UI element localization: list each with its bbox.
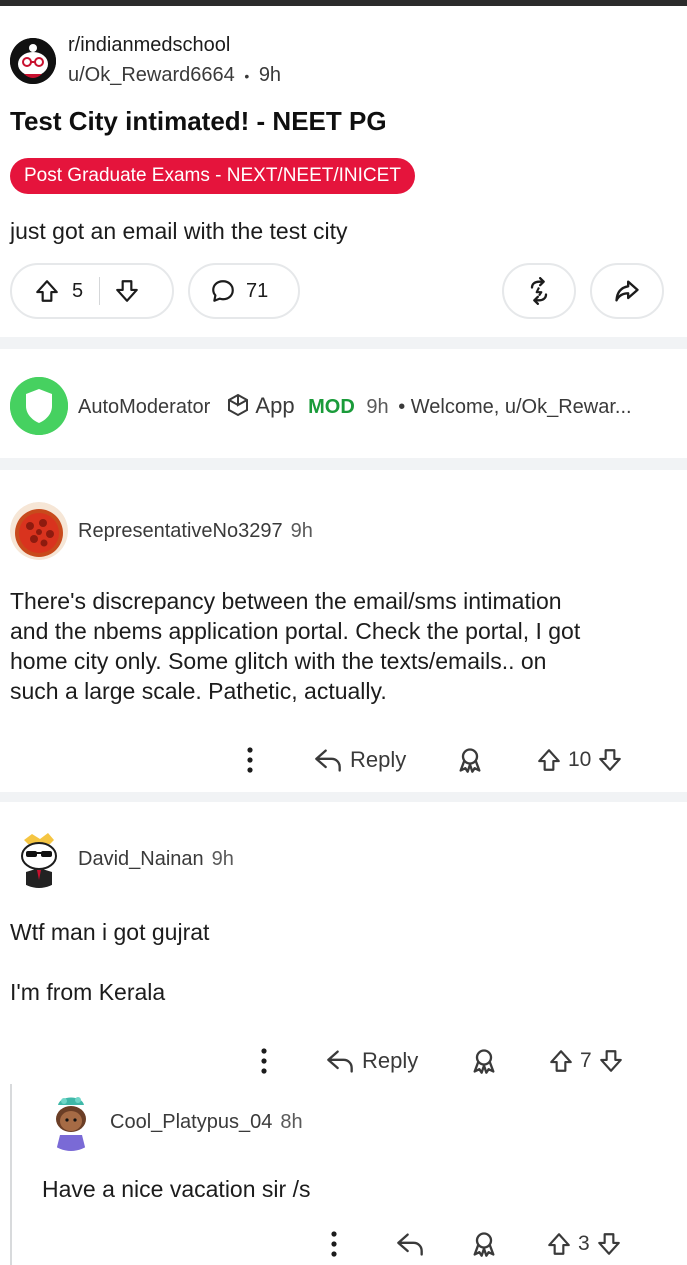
reply-button[interactable]: Reply xyxy=(314,747,406,773)
award-icon[interactable] xyxy=(470,1047,498,1075)
comment-score: 10 xyxy=(568,748,592,771)
meta-separator: • xyxy=(244,67,250,84)
comment-body: Have a nice vacation sir /s xyxy=(42,1176,311,1202)
comment-bubble-icon xyxy=(210,278,236,304)
subreddit-logo-icon xyxy=(10,38,56,84)
downvote-icon[interactable] xyxy=(596,1231,622,1257)
post-meta: u/Ok_Reward6664 • 9h xyxy=(68,64,281,87)
comment-body-line-1: Wtf man i got gujrat xyxy=(10,919,210,945)
post-award-button[interactable] xyxy=(502,263,576,319)
pizza-avatar-icon xyxy=(10,502,68,560)
downvote-icon[interactable] xyxy=(598,1048,624,1074)
reply-label: Reply xyxy=(350,747,407,772)
comment-time: 9h xyxy=(290,519,313,542)
mod-badge: MOD xyxy=(308,396,355,418)
post-share-button[interactable] xyxy=(590,263,664,319)
reply-arrow-icon xyxy=(327,1050,353,1073)
reply-button[interactable]: Reply xyxy=(326,1048,418,1074)
reply-label: Reply xyxy=(362,1048,419,1073)
reply-button[interactable] xyxy=(396,1231,424,1257)
award-swap-icon xyxy=(525,277,553,305)
section-separator xyxy=(0,458,687,470)
app-label: App xyxy=(255,393,295,418)
more-options-icon[interactable] xyxy=(324,1228,344,1260)
post-comment-count: 71 xyxy=(246,279,269,302)
upvote-icon[interactable] xyxy=(34,278,60,304)
comment-header: David_Nainan 9h xyxy=(10,830,234,888)
comment-time: 9h xyxy=(211,847,234,870)
downvote-icon[interactable] xyxy=(597,747,623,773)
comment-line: home city only. Some glitch with the tex… xyxy=(10,648,547,674)
comment-username[interactable]: David_Nainan xyxy=(78,848,204,871)
comment-body-line-2: I'm from Kerala xyxy=(10,979,166,1005)
share-arrow-icon xyxy=(613,277,641,305)
comment-score: 3 xyxy=(578,1232,590,1255)
comment-line: and the nbems application portal. Check … xyxy=(10,618,581,644)
comment-line: such a large scale. Pathetic, actually. xyxy=(10,678,387,704)
award-icon[interactable] xyxy=(470,1230,498,1258)
post-score: 5 xyxy=(72,279,84,302)
post-author[interactable]: u/Ok_Reward6664 xyxy=(68,64,235,86)
subreddit-avatar[interactable] xyxy=(10,38,56,84)
comment-body: There's discrepancy between the email/sm… xyxy=(10,586,680,706)
comment-username[interactable]: Cool_Platypus_04 xyxy=(110,1111,272,1134)
upvote-icon[interactable] xyxy=(548,1048,574,1074)
user-avatar[interactable] xyxy=(42,1093,100,1151)
award-icon[interactable] xyxy=(456,746,484,774)
reply-arrow-icon xyxy=(315,749,341,772)
status-bar-strip xyxy=(0,0,687,6)
automod-time: 9h xyxy=(366,396,389,418)
post-body: just got an email with the test city xyxy=(10,218,348,244)
upvote-icon[interactable] xyxy=(536,747,562,773)
more-options-icon[interactable] xyxy=(254,1045,274,1077)
comment-actions: Reply 10 xyxy=(0,740,687,780)
post-vote-pill: 5 xyxy=(10,263,174,319)
vote-divider xyxy=(99,277,101,305)
comment-actions: 3 xyxy=(0,1224,687,1264)
comment-vote: 3 xyxy=(546,1231,622,1257)
subreddit-name[interactable]: r/indianmedschool xyxy=(68,34,230,57)
automod-preview: • Welcome, u/Ok_Rewar... xyxy=(398,396,632,418)
section-separator xyxy=(0,337,687,349)
comment-header: RepresentativeNo3297 9h xyxy=(10,502,313,560)
post-title[interactable]: Test City intimated! - NEET PG xyxy=(10,106,387,137)
post-comments-button[interactable]: 71 xyxy=(188,263,300,319)
comment-username[interactable]: RepresentativeNo3297 xyxy=(78,520,283,543)
automod-avatar xyxy=(10,377,68,435)
user-avatar[interactable] xyxy=(10,502,68,560)
comment-line: There's discrepancy between the email/sm… xyxy=(10,588,562,614)
comment-score: 7 xyxy=(580,1049,592,1072)
automod-comment[interactable]: AutoModerator App MOD 9h • Welcome, u/Ok… xyxy=(10,373,680,439)
post-flair[interactable]: Post Graduate Exams - NEXT/NEET/INICET xyxy=(10,158,415,194)
more-options-icon[interactable] xyxy=(240,744,260,776)
reply-arrow-icon xyxy=(397,1233,423,1256)
automod-username[interactable]: AutoModerator xyxy=(78,396,210,418)
section-separator xyxy=(0,792,687,802)
comment-time: 8h xyxy=(280,1110,303,1133)
comment-actions: Reply 7 xyxy=(0,1041,687,1081)
comment-header: Cool_Platypus_04 8h xyxy=(42,1093,303,1151)
automod-line: AutoModerator App MOD 9h • Welcome, u/Ok… xyxy=(78,393,632,423)
comment-vote: 10 xyxy=(536,747,623,773)
upvote-icon[interactable] xyxy=(546,1231,572,1257)
user-avatar[interactable] xyxy=(10,830,68,888)
snoo-avatar-icon xyxy=(42,1093,100,1151)
app-badge-icon xyxy=(226,393,250,423)
snoo-avatar-icon xyxy=(10,830,68,888)
comment-vote: 7 xyxy=(548,1048,624,1074)
post-time: 9h xyxy=(258,64,282,86)
downvote-icon[interactable] xyxy=(114,278,140,304)
shield-icon xyxy=(10,377,68,435)
post-header: r/indianmedschool u/Ok_Reward6664 • 9h xyxy=(10,34,670,94)
